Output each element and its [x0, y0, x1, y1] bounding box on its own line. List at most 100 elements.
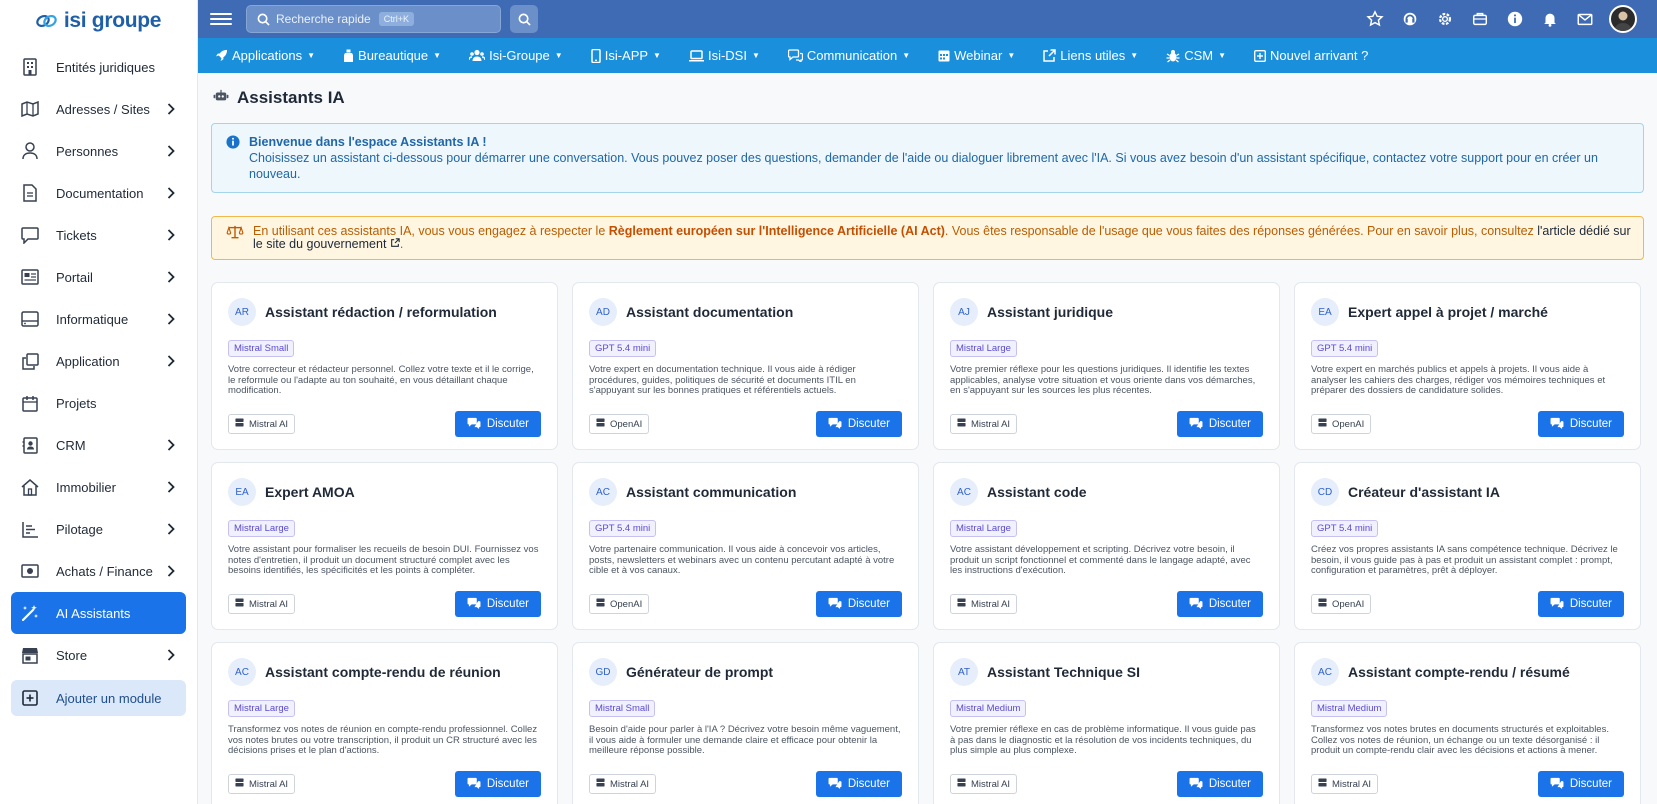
assistant-card: AJ Assistant juridique Mistral Large Votre … [933, 282, 1280, 450]
sidebar-item-label: Personnes [56, 143, 119, 159]
discuss-button[interactable]: Discuter [815, 591, 902, 617]
chat-icon [787, 49, 803, 62]
sidebar-item-store[interactable]: Store [11, 634, 186, 676]
comments-icon [1550, 417, 1564, 432]
menu-item-webinar[interactable]: Webinar ▼ [938, 48, 1015, 63]
menu-item-applications[interactable]: Applications ▼ [215, 48, 315, 63]
discuss-button[interactable]: Discuter [454, 771, 541, 797]
card-footer: OpenAI Discuter [589, 591, 902, 617]
provider-label: Mistral AI [610, 778, 650, 790]
card-footer: OpenAI Discuter [589, 411, 902, 437]
comments-icon [1189, 777, 1203, 792]
info-icon[interactable] [1504, 8, 1526, 30]
discuss-button[interactable]: Discuter [454, 411, 541, 437]
card-footer: Mistral AI Discuter [950, 591, 1263, 617]
server-icon [596, 778, 605, 790]
comments-icon [467, 597, 481, 612]
menu-item-label: Communication [806, 48, 898, 63]
server-icon [596, 418, 605, 430]
sidebar-item-documentation[interactable]: Documentation [11, 172, 186, 214]
discuss-button[interactable]: Discuter [815, 771, 902, 797]
provider-badge: Mistral AI [228, 774, 296, 794]
discuss-button[interactable]: Discuter [1537, 411, 1624, 437]
sidebar-item-personnes[interactable]: Personnes [11, 130, 186, 172]
chevron-right-icon [164, 439, 178, 451]
discuss-button[interactable]: Discuter [815, 411, 902, 437]
toolbox-icon[interactable] [1469, 8, 1491, 30]
assistant-description: Votre premier réflexe en cas de problème… [950, 725, 1256, 756]
sidebar-item-ai-assistants[interactable]: AI Assistants [11, 592, 186, 634]
provider-badge: Mistral AI [950, 594, 1018, 614]
caret-down-icon: ▼ [433, 51, 442, 60]
sidebar-item-entit-s-juridiques[interactable]: Entités juridiques [11, 46, 186, 88]
bug-icon [1166, 49, 1180, 63]
menu-item-nouvel-arrivant[interactable]: Nouvel arrivant ? [1254, 48, 1368, 63]
caret-down-icon: ▼ [1007, 51, 1016, 60]
caret-down-icon: ▼ [1130, 51, 1139, 60]
comments-icon [828, 417, 842, 432]
menu-item-csm[interactable]: CSM ▼ [1166, 48, 1226, 63]
external-link-icon [1043, 49, 1056, 62]
assistant-description: Votre assistant pour formaliser les recu… [228, 545, 539, 576]
sidebar-item-achats-finance[interactable]: Achats / Finance [11, 550, 186, 592]
discuss-label: Discuter [1208, 598, 1251, 610]
sidebar-item-projets[interactable]: Projets [11, 382, 186, 424]
avatar[interactable] [1609, 5, 1637, 33]
chevron-right-icon [164, 649, 178, 661]
model-badge: Mistral Large [950, 520, 1017, 537]
hamburger-menu-icon[interactable] [210, 8, 232, 30]
logo-mark-icon [36, 14, 57, 28]
add-module-button[interactable]: Ajouter un module [11, 680, 186, 716]
card-header: AC Assistant compte-rendu / résumé [1311, 656, 1624, 688]
menu-item-bureautique[interactable]: Bureautique ▼ [343, 48, 441, 63]
sidebar-item-crm[interactable]: CRM [11, 424, 186, 466]
menu-item-isi-dsi[interactable]: Isi-DSI ▼ [688, 48, 760, 63]
sidebar-item-tickets[interactable]: Tickets [11, 214, 186, 256]
menu-item-communication[interactable]: Communication ▼ [787, 48, 910, 63]
star-icon[interactable] [1364, 8, 1386, 30]
assistant-description: Besoin d'aide pour parler à l'IA ? Décri… [589, 725, 901, 756]
sidebar-item-immobilier[interactable]: Immobilier [11, 466, 186, 508]
discuss-button[interactable]: Discuter [454, 591, 541, 617]
assistant-initials-badge: AT [950, 658, 978, 686]
model-badge: Mistral Medium [950, 700, 1027, 717]
main-content: Assistants IA Bienvenue dans l'espace As… [198, 73, 1657, 804]
assistant-description: Créez vos propres assistants IA sans com… [1311, 545, 1618, 576]
discuss-button[interactable]: Discuter [1176, 771, 1263, 797]
discuss-button[interactable]: Discuter [1537, 771, 1624, 797]
server-icon [235, 418, 244, 430]
discuss-label: Discuter [1208, 778, 1251, 790]
page-header: Assistants IA [211, 73, 1644, 123]
store-icon [19, 644, 41, 666]
caret-down-icon: ▼ [1218, 51, 1227, 60]
topbar-actions [1364, 5, 1657, 33]
users-icon [469, 49, 486, 62]
menu-item-label: Isi-Groupe [489, 48, 550, 63]
discuss-button[interactable]: Discuter [1176, 411, 1263, 437]
discuss-button[interactable]: Discuter [1176, 591, 1263, 617]
discuss-button[interactable]: Discuter [1537, 591, 1624, 617]
brand-logo[interactable]: isi groupe [0, 0, 197, 42]
comments-icon [1189, 597, 1203, 612]
bell-icon[interactable] [1539, 8, 1561, 30]
mail-icon[interactable] [1574, 8, 1596, 30]
card-footer: OpenAI Discuter [1311, 411, 1624, 437]
model-badge: Mistral Medium [1311, 700, 1388, 717]
sidebar-item-portail[interactable]: Portail [11, 256, 186, 298]
menu-item-liens-utiles[interactable]: Liens utiles ▼ [1043, 48, 1138, 63]
assistant-title: Assistant documentation [626, 304, 794, 320]
sidebar-item-application[interactable]: Application [11, 340, 186, 382]
card-header: AD Assistant documentation [589, 296, 902, 328]
sidebar-item-pilotage[interactable]: Pilotage [11, 508, 186, 550]
comments-icon [467, 417, 481, 432]
assistant-title: Assistant compte-rendu de réunion [265, 664, 501, 680]
sidebar-item-adresses-sites[interactable]: Adresses / Sites [11, 88, 186, 130]
search-button[interactable] [510, 5, 538, 33]
search-input[interactable]: Recherche rapide Ctrl+K [246, 5, 501, 33]
sidebar-item-informatique[interactable]: Informatique [11, 298, 186, 340]
menu-item-isi-groupe[interactable]: Isi-Groupe ▼ [469, 48, 563, 63]
assistant-card: AC Assistant compte-rendu de réunion Mistr… [211, 642, 558, 804]
menu-item-isi-app[interactable]: Isi-APP ▼ [590, 48, 661, 63]
support-icon[interactable] [1399, 8, 1421, 30]
gear-icon[interactable] [1434, 8, 1456, 30]
